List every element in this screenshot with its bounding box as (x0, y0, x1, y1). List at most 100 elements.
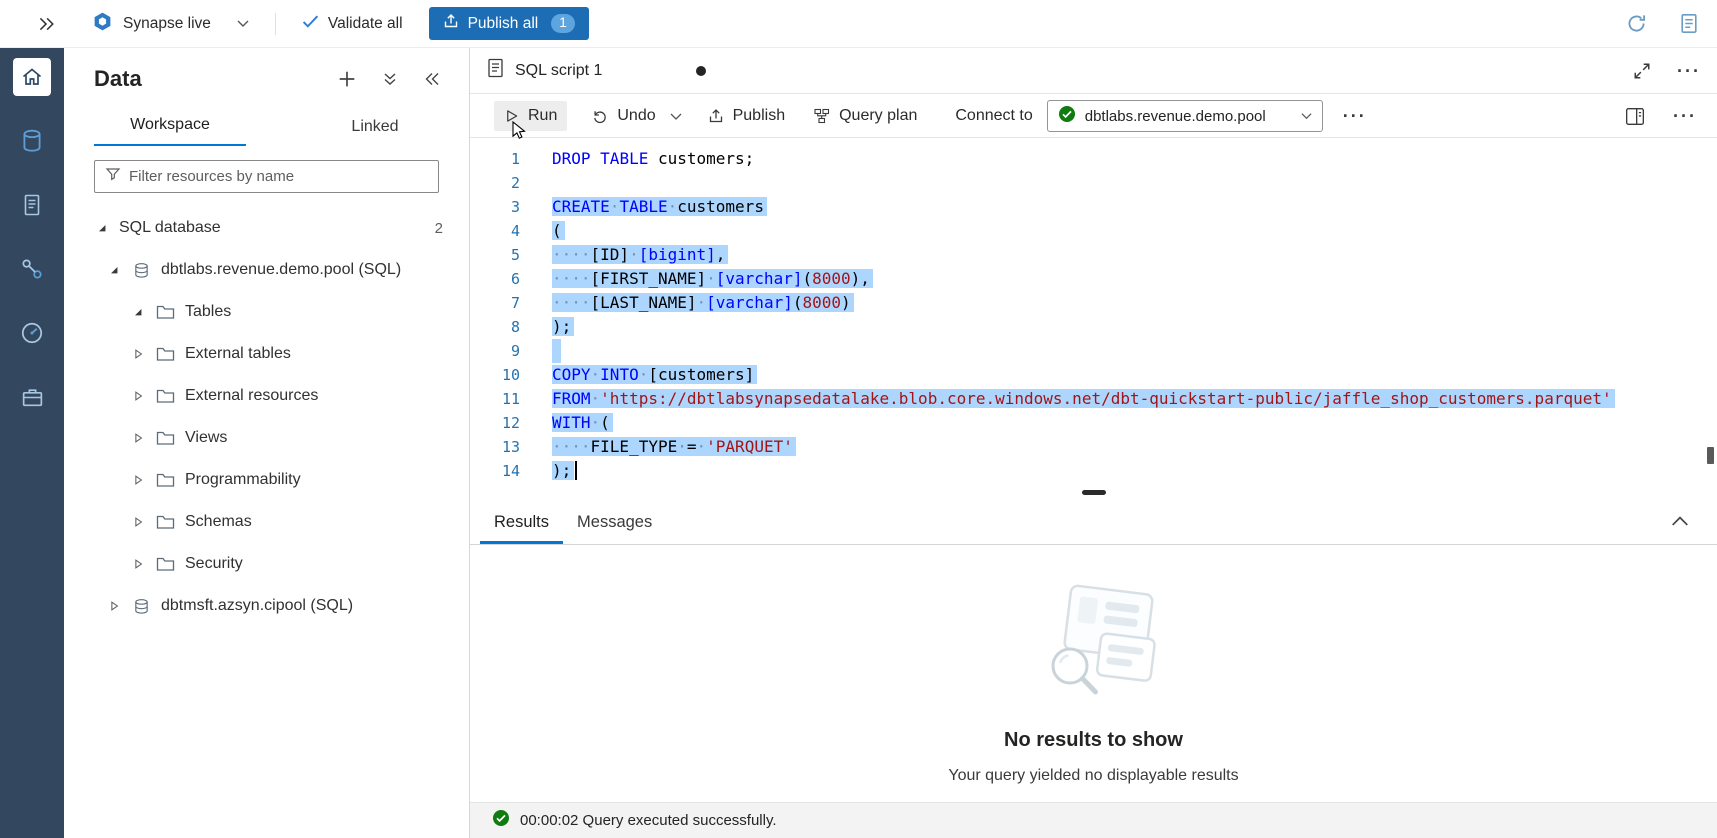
chevron-collapsed-icon[interactable] (130, 516, 146, 528)
line-number[interactable]: 14 (470, 459, 520, 483)
tree-item[interactable]: External resources (64, 375, 469, 417)
nav-home-icon[interactable] (13, 58, 51, 96)
environment-label: Synapse live (123, 15, 211, 33)
validate-all-button[interactable]: Validate all (302, 14, 403, 34)
nav-develop-icon[interactable] (13, 186, 51, 224)
expand-editor-icon[interactable] (1631, 60, 1653, 82)
tree-item[interactable]: Tables (64, 291, 469, 333)
chevron-collapsed-icon[interactable] (130, 474, 146, 486)
chevron-collapsed-icon[interactable] (130, 432, 146, 444)
filter-resources-input[interactable] (129, 168, 428, 185)
publish-all-button[interactable]: Publish all 1 (429, 7, 589, 40)
collapse-all-icon[interactable] (380, 69, 400, 89)
line-number[interactable]: 5 (470, 243, 520, 267)
tree-item[interactable]: dbtmsft.azsyn.cipool (SQL) (64, 585, 469, 627)
code-token: · (706, 269, 716, 288)
chevron-collapsed-icon[interactable] (130, 558, 146, 570)
chevron-expanded-icon[interactable] (130, 306, 146, 318)
code-line[interactable]: 2 (470, 171, 1717, 195)
line-number[interactable]: 4 (470, 219, 520, 243)
chevron-collapsed-icon[interactable] (130, 390, 146, 402)
run-button[interactable]: Run (494, 101, 567, 131)
tab-messages[interactable]: Messages (563, 513, 666, 544)
connect-to-dropdown[interactable]: dbtlabs.revenue.demo.pool (1047, 100, 1323, 132)
undo-button[interactable]: Undo (581, 101, 665, 131)
tab-results[interactable]: Results (480, 513, 563, 544)
task-list-icon[interactable] (1677, 11, 1701, 36)
tab-sql-script[interactable]: SQL script 1 (470, 48, 722, 93)
expand-nav-icon[interactable] (34, 13, 58, 35)
code-line[interactable]: 4( (470, 219, 1717, 243)
tree-item[interactable]: SQL database2 (64, 207, 469, 249)
tab-workspace[interactable]: Workspace (94, 116, 246, 146)
refresh-icon[interactable] (1624, 11, 1649, 36)
properties-icon[interactable] (1623, 105, 1647, 128)
code-token: [varchar] (716, 269, 803, 288)
nav-data-icon[interactable] (13, 122, 51, 160)
line-number[interactable]: 13 (470, 435, 520, 459)
query-plan-button[interactable]: Query plan (803, 101, 927, 131)
nav-monitor-icon[interactable] (13, 314, 51, 352)
collapse-results-icon[interactable] (1669, 513, 1691, 529)
code-line[interactable]: 3CREATE·TABLE·customers (470, 195, 1717, 219)
tree-item[interactable]: Schemas (64, 501, 469, 543)
undo-dropdown-icon[interactable] (666, 106, 686, 127)
run-label: Run (528, 107, 557, 125)
add-resource-icon[interactable] (336, 68, 358, 90)
chevron-collapsed-icon[interactable] (106, 600, 122, 612)
code-line[interactable]: 6····[FIRST_NAME]·[varchar](8000), (470, 267, 1717, 291)
code-token: INTO (600, 365, 639, 384)
document-tab-title: SQL script 1 (515, 62, 602, 80)
toolbar-overflow-icon[interactable]: ··· (1673, 107, 1697, 125)
toolbar-more-actions-icon[interactable]: ··· (1343, 107, 1367, 125)
collapse-panel-icon[interactable] (422, 69, 443, 89)
code-line[interactable]: 1DROP TABLE customers; (470, 147, 1717, 171)
divider (275, 13, 276, 35)
line-number[interactable]: 3 (470, 195, 520, 219)
tree-item[interactable]: Views (64, 417, 469, 459)
code-token: FILE_TYPE (591, 437, 678, 456)
line-number[interactable]: 11 (470, 387, 520, 411)
line-number[interactable]: 9 (470, 339, 520, 363)
code-line[interactable]: 14); (470, 459, 1717, 483)
publish-button[interactable]: Publish (698, 101, 795, 131)
code-editor[interactable]: 1DROP TABLE customers;23CREATE·TABLE·cus… (470, 139, 1717, 485)
scrollbar-marker[interactable] (1707, 447, 1714, 464)
environment-switcher[interactable]: Synapse live (92, 11, 249, 37)
tree-item[interactable]: dbtlabs.revenue.demo.pool (SQL) (64, 249, 469, 291)
code-line[interactable]: 8); (470, 315, 1717, 339)
code-token: 'PARQUET' (706, 437, 793, 456)
line-number[interactable]: 10 (470, 363, 520, 387)
line-number[interactable]: 8 (470, 315, 520, 339)
line-number[interactable]: 12 (470, 411, 520, 435)
tree-item[interactable]: Programmability (64, 459, 469, 501)
code-token: [customers] (648, 365, 754, 384)
splitter-handle[interactable] (1082, 490, 1106, 495)
line-number[interactable]: 2 (470, 171, 520, 195)
tab-more-actions-icon[interactable]: ··· (1677, 62, 1701, 80)
code-token: FROM (552, 389, 591, 408)
line-number[interactable]: 7 (470, 291, 520, 315)
code-line[interactable]: 12WITH·( (470, 411, 1717, 435)
chevron-collapsed-icon[interactable] (130, 348, 146, 360)
tree-item[interactable]: External tables (64, 333, 469, 375)
tab-linked[interactable]: Linked (300, 118, 450, 146)
code-area: 1DROP TABLE customers;23CREATE·TABLE·cus… (470, 147, 1717, 483)
code-line[interactable]: 9 (470, 339, 1717, 363)
code-token: TABLE (600, 149, 648, 168)
chevron-expanded-icon[interactable] (94, 222, 110, 234)
line-number[interactable]: 1 (470, 147, 520, 171)
code-token (591, 149, 601, 168)
chevron-expanded-icon[interactable] (106, 264, 122, 276)
code-token: · (591, 413, 601, 432)
tree-item[interactable]: Security (64, 543, 469, 585)
code-line[interactable]: 7····[LAST_NAME]·[varchar](8000) (470, 291, 1717, 315)
line-number[interactable]: 6 (470, 267, 520, 291)
code-line[interactable]: 5····[ID]·[bigint], (470, 243, 1717, 267)
code-line[interactable]: 11FROM·'https://dbtlabsynapsedatalake.bl… (470, 387, 1717, 411)
chevron-down-icon[interactable] (237, 15, 249, 33)
code-line[interactable]: 10COPY·INTO·[customers] (470, 363, 1717, 387)
nav-manage-icon[interactable] (13, 378, 51, 416)
nav-integrate-icon[interactable] (13, 250, 51, 288)
code-line[interactable]: 13····FILE_TYPE·=·'PARQUET' (470, 435, 1717, 459)
